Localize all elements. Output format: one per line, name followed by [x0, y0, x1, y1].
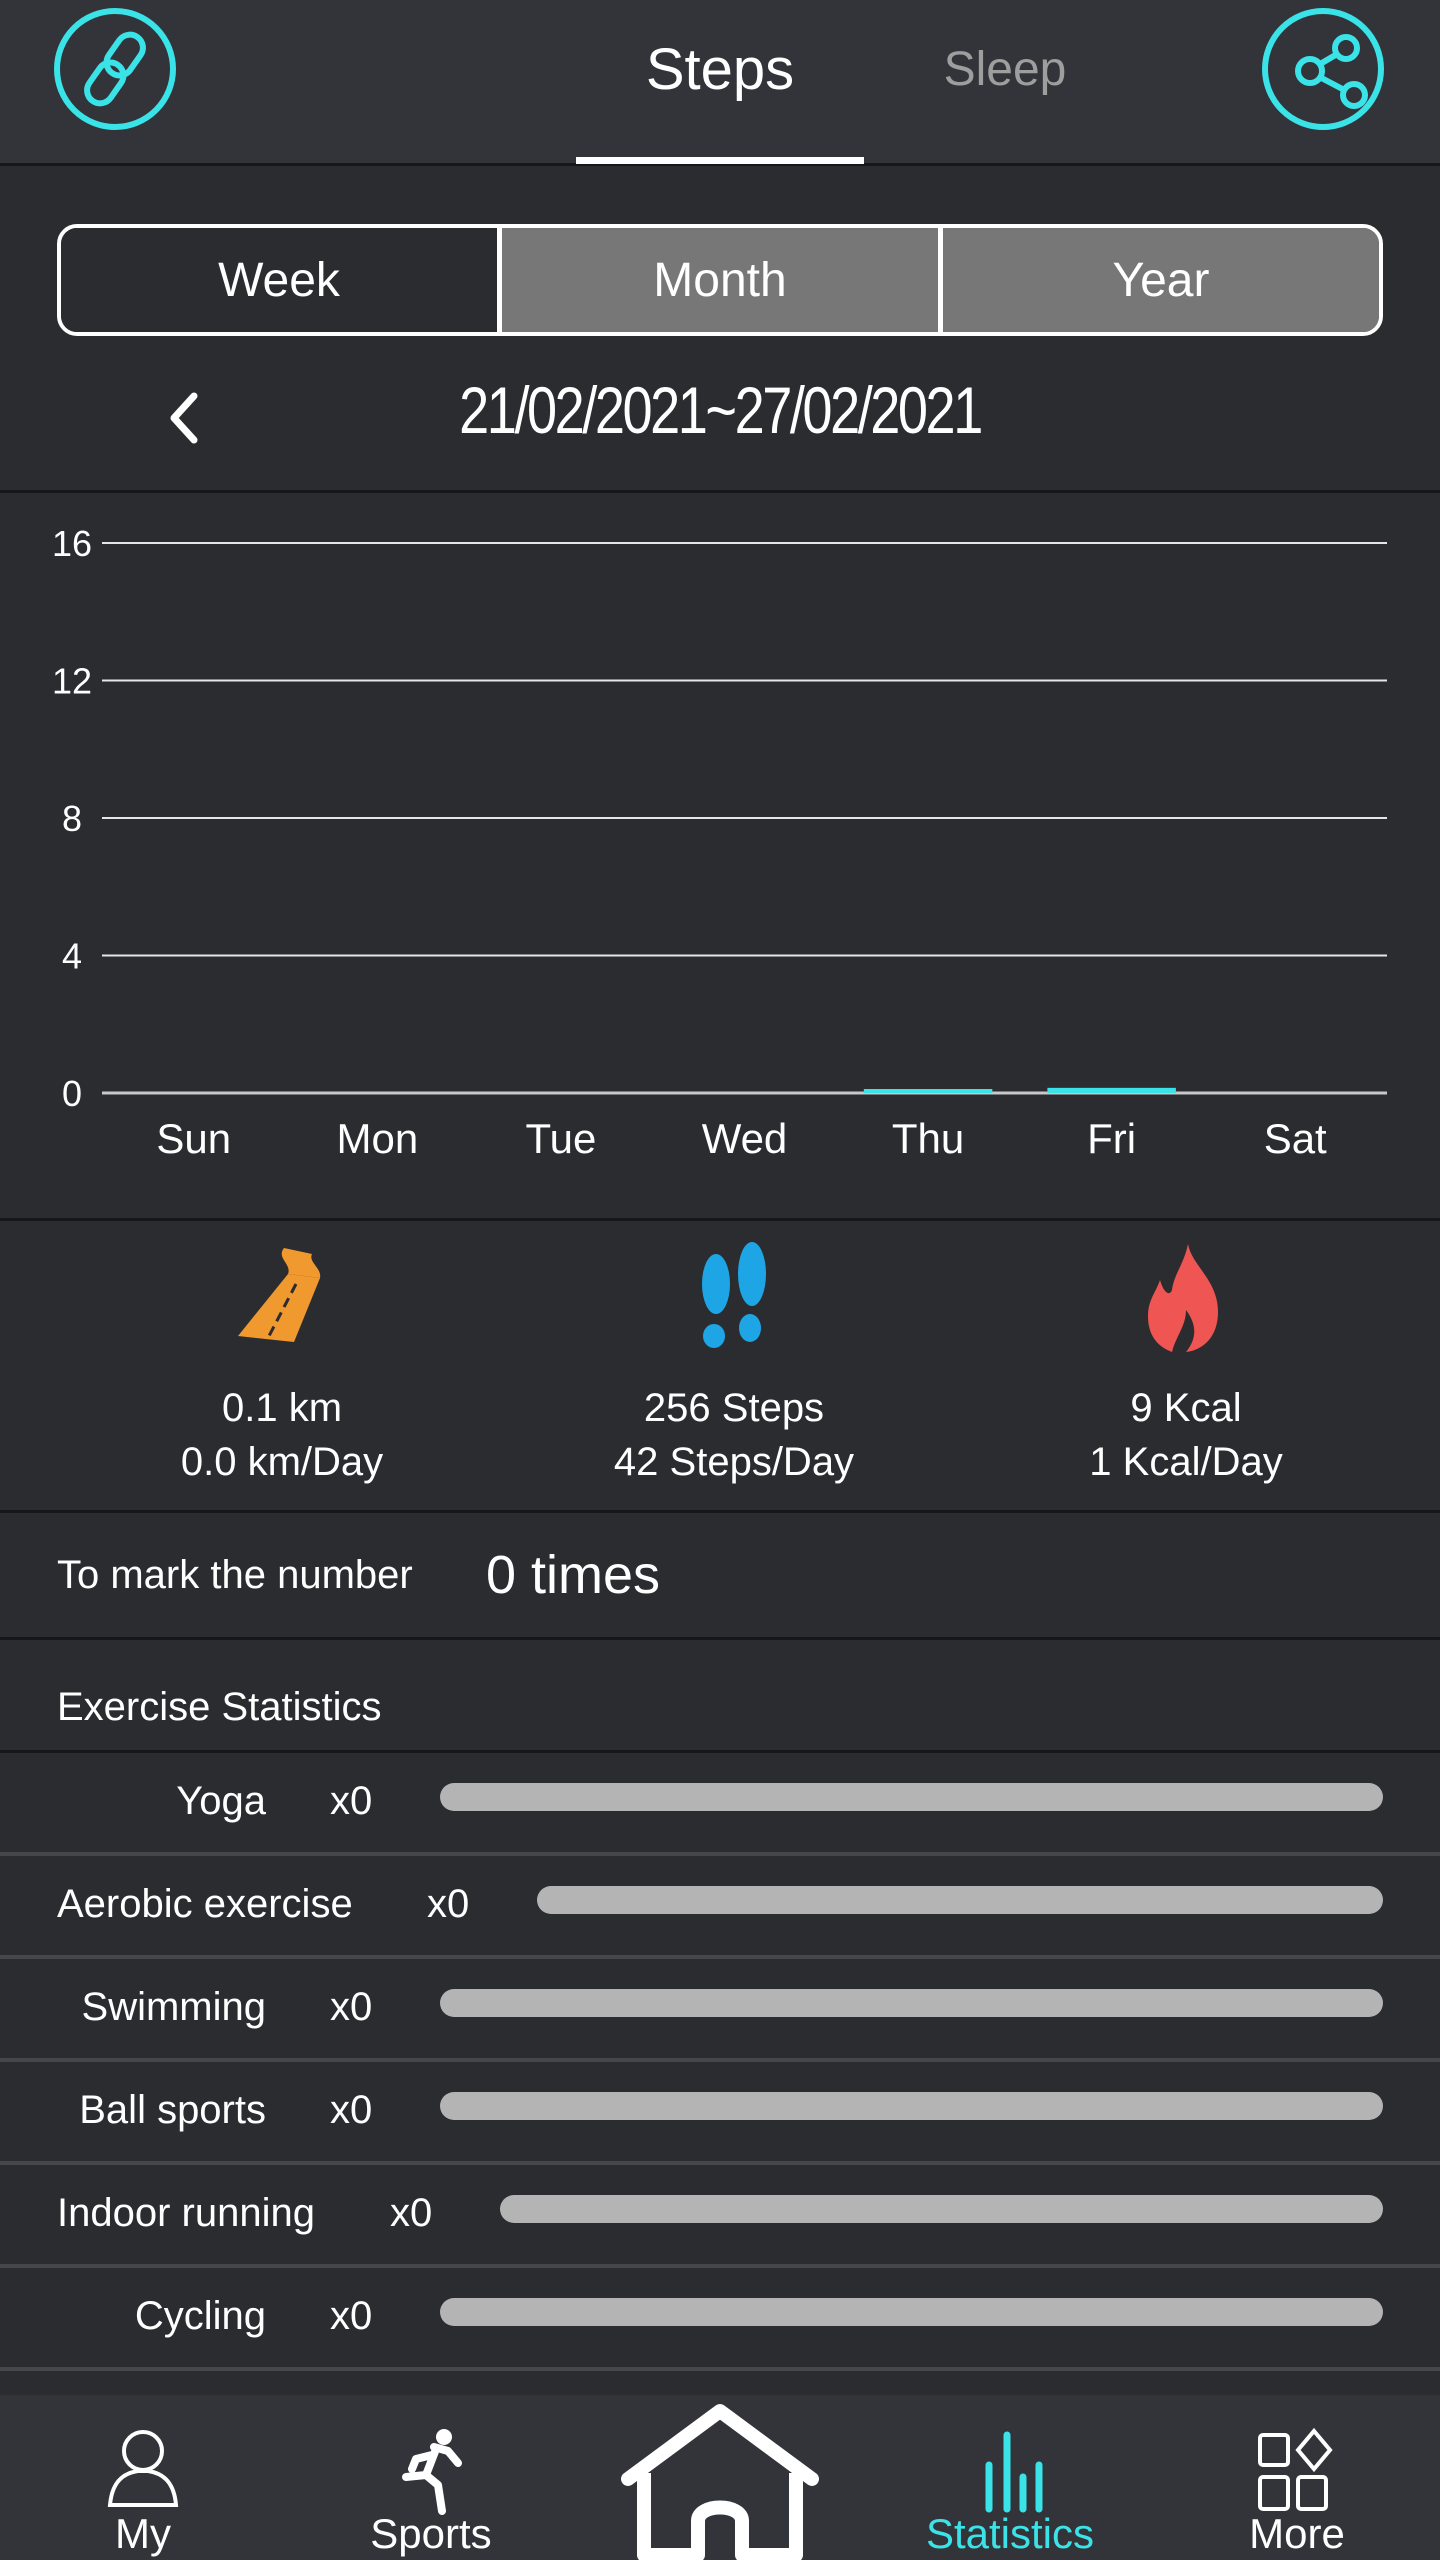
- divider: [0, 1637, 1440, 1640]
- exercise-label: Yoga: [176, 1779, 266, 1823]
- goal-value: 0 times: [486, 1545, 661, 1605]
- nav-my[interactable]: My: [58, 2395, 228, 2560]
- running-icon: [402, 2429, 462, 2515]
- period-year-button[interactable]: Year: [938, 228, 1379, 332]
- row-separator: [0, 2367, 1440, 2371]
- bar-fri: [1047, 1087, 1176, 1093]
- calories-per-day: 1 Kcal/Day: [1089, 1440, 1283, 1484]
- nav-more[interactable]: More: [1212, 2395, 1382, 2560]
- nav-more-label: More: [1249, 2510, 1345, 2557]
- nav-my-label: My: [115, 2510, 171, 2557]
- exercise-progress-bar: [500, 2195, 1383, 2223]
- nav-home[interactable]: [615, 2395, 825, 2560]
- flame-icon: [1148, 1244, 1218, 1352]
- exercise-row: Cycling x0: [0, 2268, 1440, 2371]
- bar-chart-icon: [985, 2431, 1043, 2513]
- y-tick-label: 4: [62, 936, 82, 977]
- exercise-label: Ball sports: [79, 2088, 266, 2132]
- steps-bar-chart: 0 4 8 12 16 Sun Mon Tue Wed Thu Fri Sat: [52, 523, 1387, 1162]
- nav-sports[interactable]: Sports: [346, 2395, 516, 2560]
- divider: [0, 1510, 1440, 1513]
- y-tick-label: 12: [52, 661, 92, 702]
- tab-sleep[interactable]: Sleep: [890, 30, 1120, 110]
- x-tick-label: Thu: [892, 1115, 964, 1162]
- exercise-progress-bar: [537, 1886, 1383, 1914]
- person-icon: [107, 2430, 179, 2507]
- exercise-statistics-title: Exercise Statistics: [57, 1685, 382, 1729]
- exercise-row: Aerobic exercise x0: [0, 1856, 1440, 1959]
- exercise-label: Swimming: [81, 1985, 266, 2029]
- exercise-label: Indoor running: [57, 2191, 315, 2235]
- period-selector: Week Month Year: [57, 224, 1383, 336]
- x-tick-label: Wed: [702, 1115, 788, 1162]
- exercise-progress-bar: [440, 2092, 1383, 2120]
- steps-total: 256 Steps: [643, 1386, 825, 1430]
- nav-statistics-label: Statistics: [925, 2510, 1095, 2557]
- exercise-count: x0: [427, 1882, 470, 1926]
- calories-total: 9 Kcal: [1130, 1386, 1242, 1430]
- home-icon: [621, 2404, 819, 2560]
- nav-sports-label: Sports: [370, 2510, 492, 2557]
- exercise-row: Ball sports x0: [0, 2062, 1440, 2165]
- bottom-navigation: My Sports Statistics More: [0, 2395, 1440, 2560]
- exercise-count: x0: [390, 2191, 433, 2235]
- x-tick-label: Sat: [1264, 1115, 1327, 1162]
- y-tick-label: 0: [62, 1073, 82, 1114]
- link-icon: [54, 8, 176, 130]
- chevron-left-icon: [170, 392, 198, 444]
- calories-summary: 9 Kcal 1 Kcal/Day: [976, 1240, 1396, 1490]
- exercise-progress-bar: [440, 1989, 1383, 2017]
- exercise-count: x0: [330, 1985, 373, 2029]
- share-button[interactable]: [1260, 6, 1386, 132]
- exercise-count: x0: [330, 1779, 373, 1823]
- previous-period-button[interactable]: [160, 378, 210, 458]
- bar-thu: [863, 1089, 993, 1093]
- exercise-label: Cycling: [134, 2294, 266, 2338]
- divider: [0, 1218, 1440, 1221]
- x-tick-label: Fri: [1087, 1115, 1136, 1162]
- y-tick-label: 8: [62, 798, 82, 839]
- x-tick-label: Sun: [156, 1115, 231, 1162]
- grid-icon: [1258, 2427, 1333, 2511]
- exercise-label: Aerobic exercise: [57, 1882, 353, 1926]
- share-icon: [1262, 8, 1384, 130]
- exercise-row: Yoga x0: [0, 1753, 1440, 1856]
- footprints-icon: [702, 1242, 766, 1348]
- goal-label: To mark the number: [57, 1553, 413, 1597]
- link-device-button[interactable]: [52, 6, 178, 132]
- steps-summary: 256 Steps 42 Steps/Day: [524, 1240, 944, 1490]
- x-tick-label: Tue: [526, 1115, 597, 1162]
- exercise-row: Swimming x0: [0, 1959, 1440, 2062]
- period-month-button[interactable]: Month: [497, 228, 938, 332]
- tab-steps[interactable]: Steps: [576, 30, 864, 110]
- top-bar: Steps Sleep: [0, 0, 1440, 166]
- exercise-count: x0: [330, 2088, 373, 2132]
- date-range: 21/02/2021~27/02/2021: [459, 373, 983, 447]
- distance-total: 0.1 km: [221, 1386, 343, 1430]
- y-tick-label: 16: [52, 523, 92, 564]
- exercise-progress-bar: [440, 2298, 1383, 2326]
- nav-statistics[interactable]: Statistics: [910, 2395, 1110, 2560]
- distance-per-day: 0.0 km/Day: [180, 1440, 384, 1484]
- exercise-progress-bar: [440, 1783, 1383, 1811]
- steps-per-day: 42 Steps/Day: [613, 1440, 855, 1484]
- x-tick-label: Mon: [337, 1115, 419, 1162]
- exercise-row: Indoor running x0: [0, 2165, 1440, 2268]
- road-icon: [238, 1248, 321, 1342]
- distance-summary: 0.1 km 0.0 km/Day: [72, 1240, 492, 1490]
- period-week-button[interactable]: Week: [61, 228, 497, 332]
- exercise-count: x0: [330, 2294, 373, 2338]
- active-tab-indicator: [576, 157, 864, 164]
